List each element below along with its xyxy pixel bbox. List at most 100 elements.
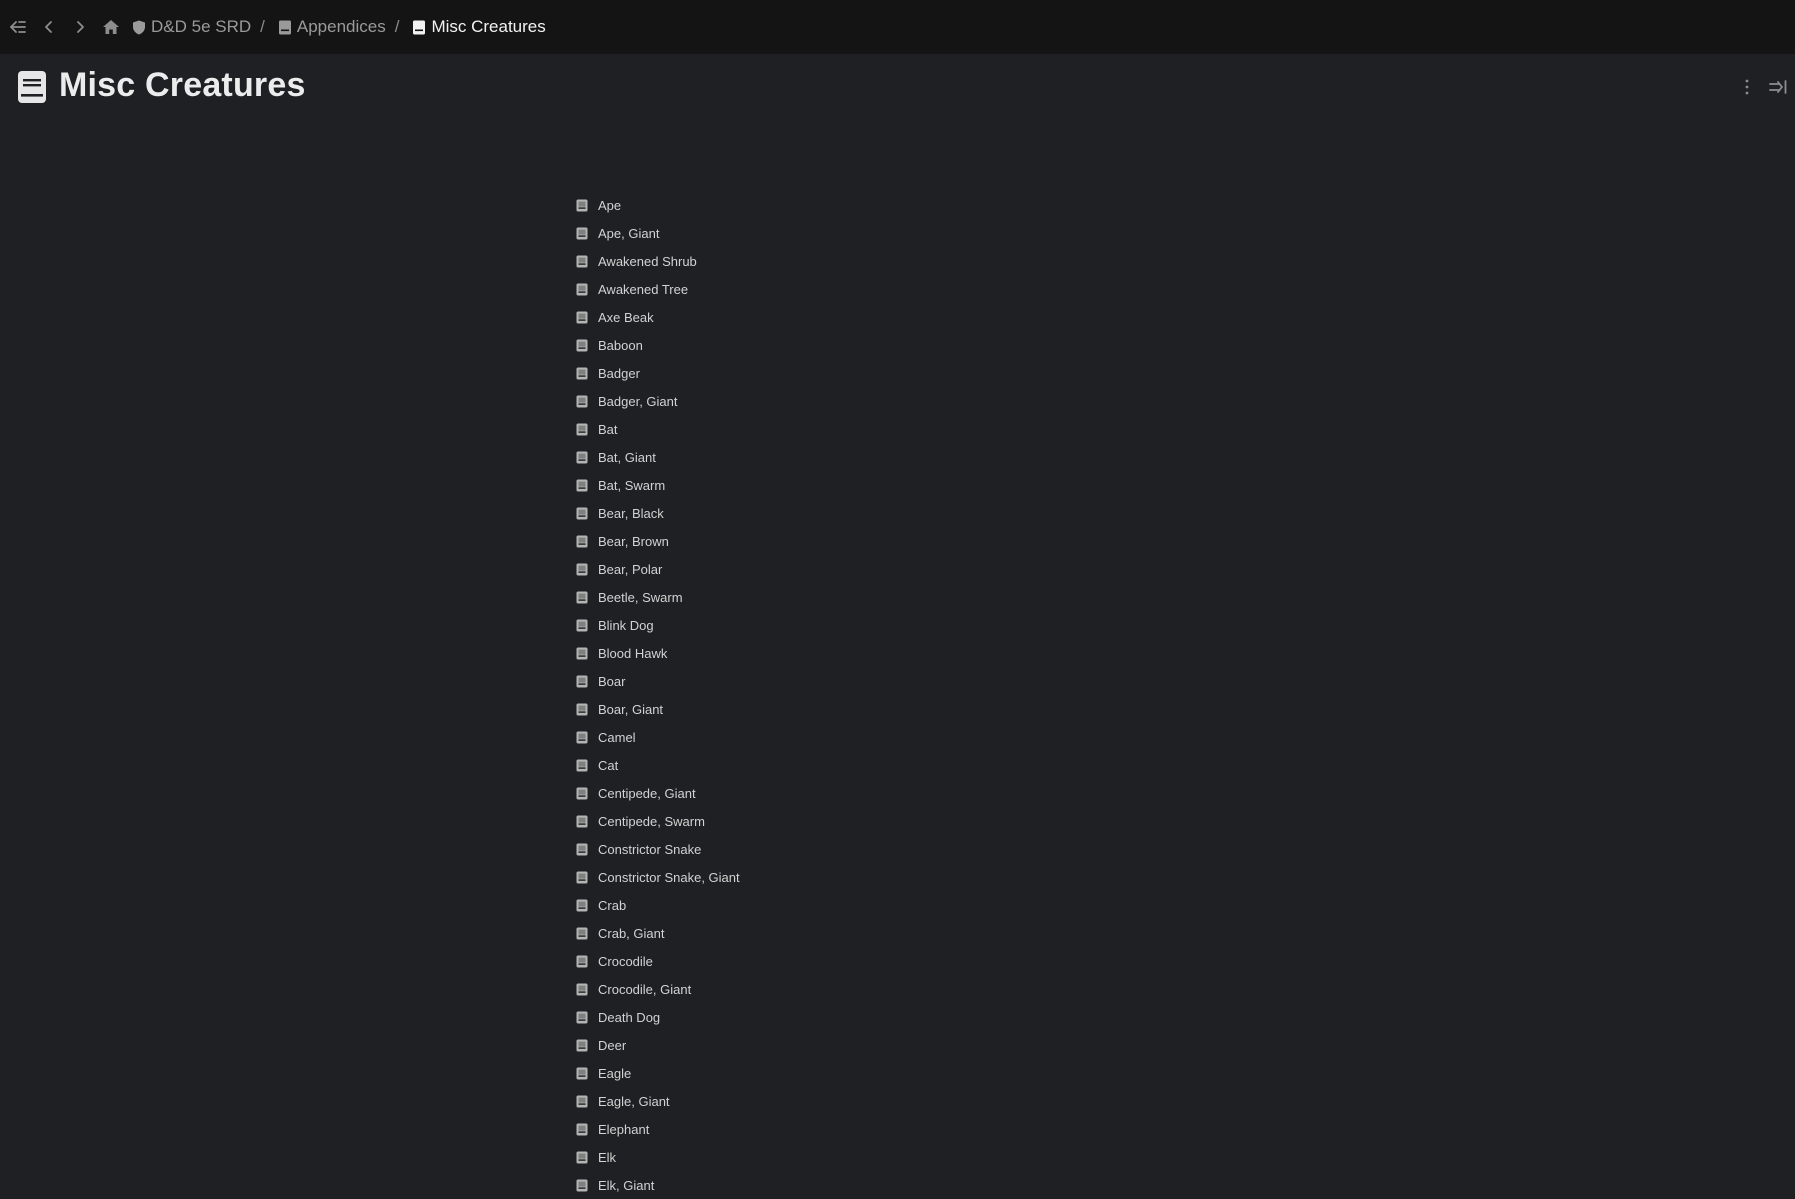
page-icon — [576, 983, 588, 995]
creature-link[interactable]: Badger — [576, 359, 740, 387]
creature-link[interactable]: Bat — [576, 415, 740, 443]
creature-link[interactable]: Boar, Giant — [576, 695, 740, 723]
creature-link[interactable]: Bear, Polar — [576, 555, 740, 583]
creature-link[interactable]: Centipede, Swarm — [576, 807, 740, 835]
creature-link[interactable]: Camel — [576, 723, 740, 751]
creature-link[interactable]: Constrictor Snake — [576, 835, 740, 863]
creature-label: Boar — [598, 673, 626, 689]
page-icon — [576, 1123, 588, 1135]
page-icon — [576, 1039, 588, 1051]
creature-link[interactable]: Bat, Swarm — [576, 471, 740, 499]
page-icon — [576, 535, 588, 547]
creature-label: Axe Beak — [598, 309, 654, 325]
creature-link[interactable]: Elephant — [576, 1115, 740, 1143]
creature-label: Constrictor Snake, Giant — [598, 869, 740, 885]
page-icon — [576, 283, 588, 295]
page-icon — [576, 955, 588, 967]
creature-label: Deer — [598, 1037, 627, 1053]
creature-link[interactable]: Awakened Tree — [576, 275, 740, 303]
forward-button[interactable] — [66, 13, 94, 41]
creature-link[interactable]: Deer — [576, 1031, 740, 1059]
creature-link[interactable]: Baboon — [576, 331, 740, 359]
creature-link[interactable]: Bear, Black — [576, 499, 740, 527]
creature-link[interactable]: Eagle — [576, 1059, 740, 1087]
creature-label: Eagle — [598, 1065, 632, 1081]
creature-link[interactable]: Crab — [576, 891, 740, 919]
creature-label: Elk, Giant — [598, 1177, 655, 1193]
page-icon — [576, 899, 588, 911]
breadcrumb-label: Misc Creatures — [431, 17, 546, 36]
creature-link[interactable]: Death Dog — [576, 1003, 740, 1031]
creature-link[interactable]: Boar — [576, 667, 740, 695]
creature-link[interactable]: Crab, Giant — [576, 919, 740, 947]
breadcrumb-item-appendices[interactable]: Appendices — [278, 17, 386, 37]
page-icon — [576, 339, 588, 351]
breadcrumb-item-srd[interactable]: D&D 5e SRD — [132, 17, 251, 37]
creature-label: Bear, Brown — [598, 533, 669, 549]
creature-link[interactable]: Ape, Giant — [576, 219, 740, 247]
page-icon — [576, 927, 588, 939]
creature-label: Blood Hawk — [598, 645, 668, 661]
chevron-left-icon — [45, 21, 52, 33]
creature-label: Eagle, Giant — [598, 1093, 670, 1109]
creature-link[interactable]: Centipede, Giant — [576, 779, 740, 807]
page-icon — [576, 759, 588, 771]
shield-icon — [133, 20, 145, 34]
page-icon — [576, 843, 588, 855]
creature-link[interactable]: Cat — [576, 751, 740, 779]
page-icon — [576, 731, 588, 743]
page-icon — [576, 647, 588, 659]
page-icon — [576, 871, 588, 883]
back-button[interactable] — [35, 13, 63, 41]
page-icon — [576, 703, 588, 715]
creature-link[interactable]: Bear, Brown — [576, 527, 740, 555]
page-icon — [576, 255, 588, 267]
creature-link[interactable]: Elk — [576, 1143, 740, 1171]
page-icon — [576, 1095, 588, 1107]
creature-link[interactable]: Constrictor Snake, Giant — [576, 863, 740, 891]
creature-label: Badger — [598, 365, 640, 381]
creature-link[interactable]: Blink Dog — [576, 611, 740, 639]
creature-link[interactable]: Ape — [576, 191, 740, 219]
home-icon — [103, 20, 119, 34]
page-icon — [413, 20, 426, 34]
page-icon — [576, 507, 588, 519]
creature-link[interactable]: Beetle, Swarm — [576, 583, 740, 611]
page-icon — [576, 395, 588, 407]
creature-link[interactable]: Eagle, Giant — [576, 1087, 740, 1115]
creature-label: Beetle, Swarm — [598, 589, 683, 605]
creature-label: Blink Dog — [598, 617, 654, 633]
creature-link[interactable]: Bat, Giant — [576, 443, 740, 471]
arrow-right-to-line-icon — [1769, 80, 1787, 94]
creature-link[interactable]: Awakened Shrub — [576, 247, 740, 275]
toggle-sidebar-button[interactable] — [4, 13, 32, 41]
more-options-button[interactable] — [1739, 76, 1755, 98]
page-icon — [576, 227, 588, 239]
collapse-panel-button[interactable] — [1767, 76, 1789, 98]
creature-link[interactable]: Crocodile, Giant — [576, 975, 740, 1003]
creature-label: Badger, Giant — [598, 393, 678, 409]
page-icon — [576, 787, 588, 799]
creature-link[interactable]: Badger, Giant — [576, 387, 740, 415]
top-navigation-bar: D&D 5e SRD / Appendices / Misc Creatures — [0, 0, 1795, 54]
creature-label: Camel — [598, 729, 636, 745]
creature-label: Elk — [598, 1149, 617, 1165]
page-icon — [576, 591, 588, 603]
creature-label: Bear, Black — [598, 505, 664, 521]
page-icon — [576, 1179, 588, 1191]
creature-link[interactable]: Elk, Giant — [576, 1171, 740, 1199]
creature-label: Crab — [598, 897, 627, 913]
page-icon — [278, 20, 291, 34]
creature-link[interactable]: Blood Hawk — [576, 639, 740, 667]
creature-label: Bat, Giant — [598, 449, 656, 465]
home-button[interactable] — [97, 13, 125, 41]
creature-link[interactable]: Axe Beak — [576, 303, 740, 331]
page-icon — [576, 311, 588, 323]
creature-link[interactable]: Crocodile — [576, 947, 740, 975]
breadcrumb-label: Appendices — [296, 17, 386, 36]
creature-label: Centipede, Swarm — [598, 813, 705, 829]
page-icon — [576, 199, 588, 211]
page-icon — [576, 479, 588, 491]
creature-label: Death Dog — [598, 1009, 661, 1025]
breadcrumb-separator: / — [394, 17, 400, 36]
